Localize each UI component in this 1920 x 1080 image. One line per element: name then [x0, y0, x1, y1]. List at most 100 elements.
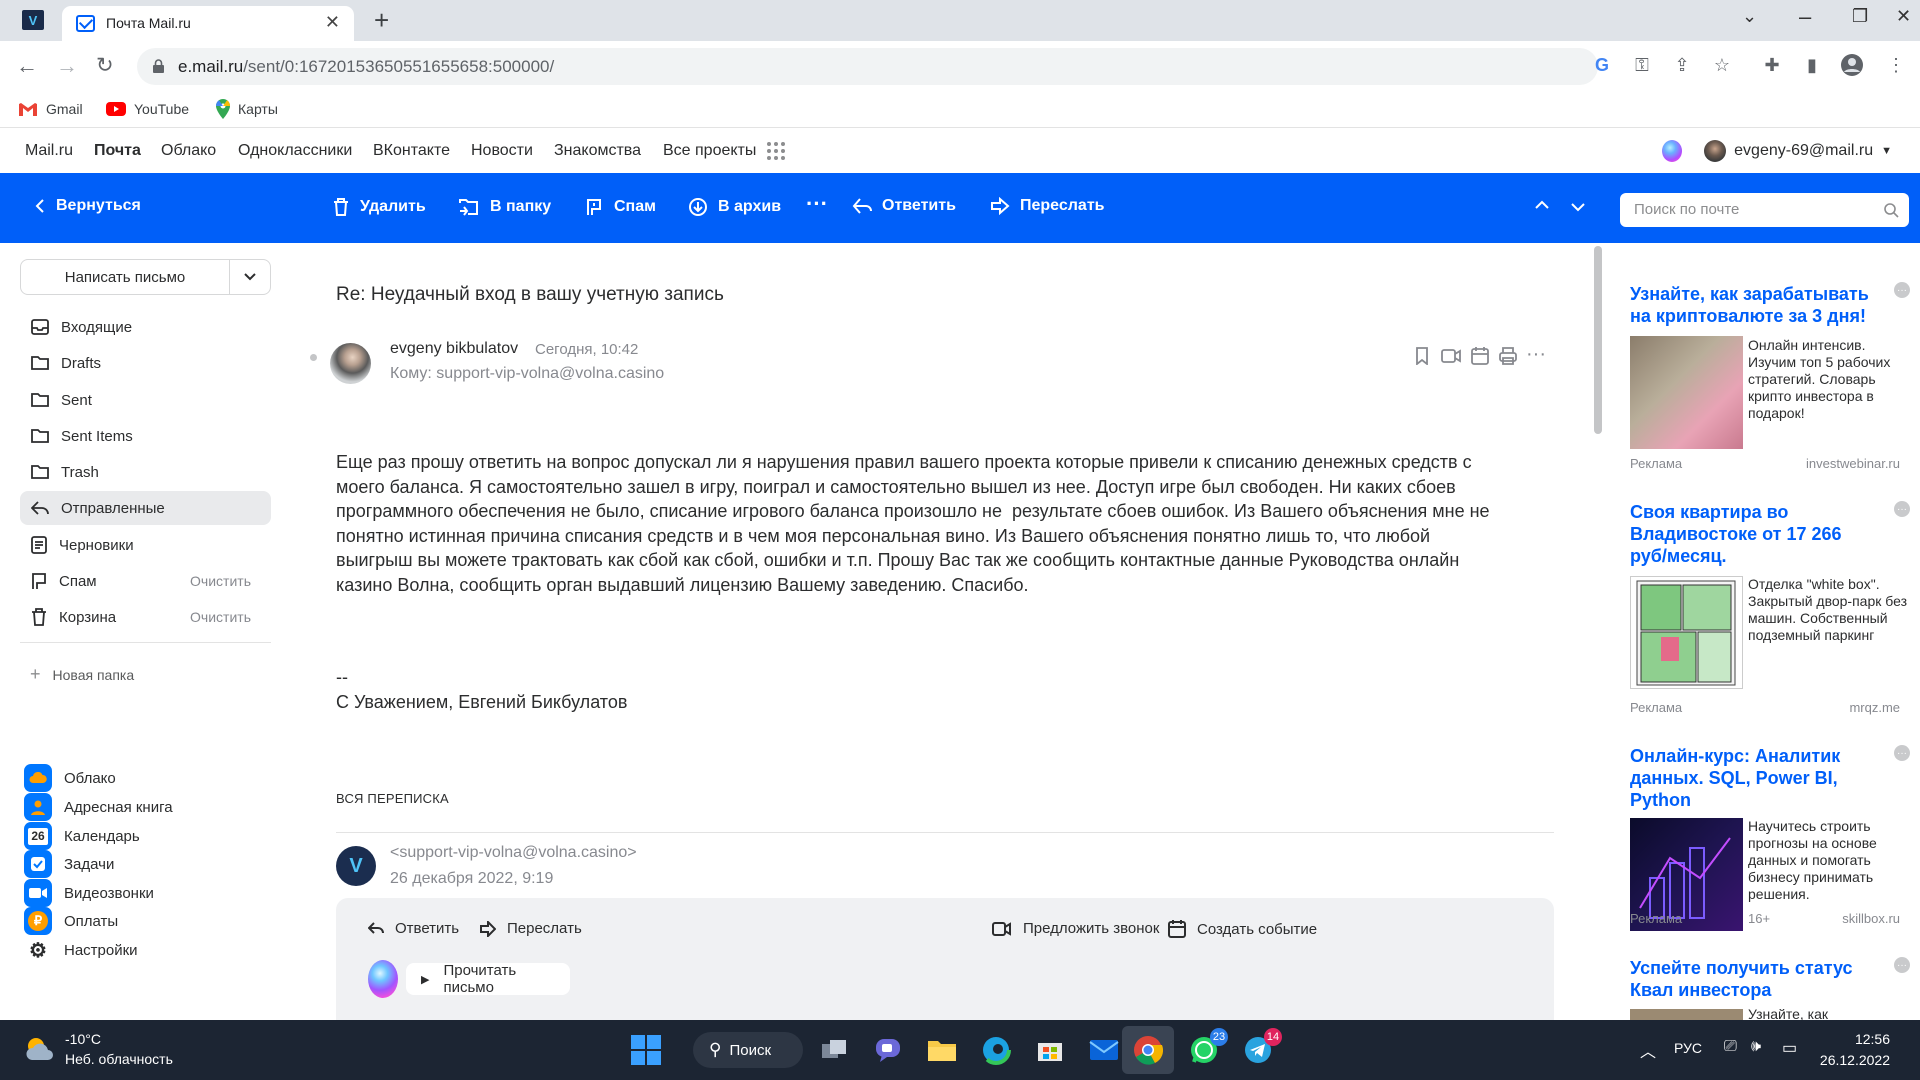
tab-close-icon[interactable]: ✕ — [325, 12, 340, 33]
tray-chevron-up-icon[interactable]: ︿ — [1640, 1038, 1656, 1062]
mail-app-icon[interactable] — [1086, 1032, 1122, 1068]
task-view-icon[interactable] — [816, 1032, 852, 1068]
start-button[interactable] — [628, 1032, 664, 1068]
pinned-app-icon[interactable]: V — [22, 10, 44, 30]
ad-title[interactable]: Успейте получить статус Квал инвестора — [1630, 957, 1880, 1001]
folder-sent[interactable]: Отправленные — [20, 491, 271, 525]
print-button[interactable] — [1498, 347, 1518, 365]
key-icon[interactable]: ⚿ — [1630, 53, 1654, 77]
compose-dropdown-button[interactable] — [230, 260, 270, 294]
folder-drafts-imap[interactable]: Drafts — [20, 346, 271, 380]
quick-reply-button[interactable]: Ответить — [368, 920, 459, 937]
language-indicator[interactable]: РУС — [1674, 1040, 1702, 1056]
move-to-folder-button[interactable]: В папку — [458, 197, 551, 217]
suggest-call-button[interactable]: Предложить звонок — [992, 920, 1159, 937]
bookmark-star-icon[interactable]: ☆ — [1710, 53, 1734, 77]
create-event-button[interactable]: Создать событие — [1168, 920, 1317, 938]
folder-trash[interactable]: Корзина Очистить — [20, 600, 271, 634]
reload-icon[interactable]: ↻ — [96, 53, 114, 78]
chrome-menu-icon[interactable]: ⋮ — [1884, 53, 1908, 77]
marusia-orb-icon[interactable] — [368, 960, 398, 998]
forward-button[interactable]: Переслать — [990, 197, 1105, 215]
read-status-dot[interactable] — [310, 354, 317, 361]
user-menu[interactable]: evgeny-69@mail.ru ▼ — [1662, 140, 1892, 162]
folder-inbox[interactable]: Входящие — [20, 310, 271, 344]
volna-avatar[interactable]: V — [336, 846, 376, 886]
clock-date[interactable]: 26.12.2022 — [1800, 1052, 1890, 1068]
app-payments[interactable]: ₽ Оплаты — [24, 907, 118, 935]
archive-button[interactable]: В архив — [688, 197, 781, 217]
address-bar[interactable]: e.mail.ru/sent/0:16720153650551655658:50… — [137, 48, 1598, 85]
marusia-orb-icon[interactable] — [1662, 140, 1683, 162]
portal-link-all-projects[interactable]: Все проекты — [663, 142, 756, 160]
more-options-icon[interactable]: ··· — [1526, 343, 1546, 366]
folder-sent-imap[interactable]: Sent — [20, 383, 271, 417]
calendar-event-button[interactable] — [1470, 347, 1490, 365]
search-icon[interactable] — [1883, 202, 1899, 218]
new-tab-button[interactable]: + — [374, 5, 389, 36]
ad-image-investor[interactable] — [1630, 1009, 1743, 1020]
portal-link-news[interactable]: Новости — [471, 142, 533, 160]
video-call-button[interactable] — [1440, 347, 1462, 365]
minimize-button[interactable]: – — [1799, 4, 1811, 30]
ad-title[interactable]: Своя квартира во Владивостоке от 17 266 … — [1630, 501, 1880, 567]
delete-button[interactable]: Удалить — [332, 197, 426, 217]
bookmark-message-button[interactable] — [1415, 347, 1429, 365]
portal-link-mailru[interactable]: Mail.ru — [25, 142, 73, 160]
sender-avatar[interactable] — [330, 343, 371, 384]
more-actions-button[interactable]: ··· — [806, 191, 828, 217]
bookmark-maps[interactable]: Карты — [216, 97, 278, 121]
forward-arrow-icon[interactable]: → — [56, 53, 78, 79]
teams-chat-icon[interactable] — [870, 1032, 906, 1068]
spam-button[interactable]: Спам — [584, 197, 656, 217]
clock-time[interactable]: 12:56 — [1820, 1031, 1890, 1047]
portal-link-vk[interactable]: ВКонтакте — [373, 142, 450, 160]
next-message-button[interactable] — [1570, 202, 1586, 212]
bookmark-gmail[interactable]: Gmail — [18, 97, 83, 121]
network-icon[interactable]: ⎚ — [1724, 1038, 1737, 1056]
ad-info-icon[interactable]: ··· — [1894, 282, 1910, 298]
profile-icon[interactable] — [1840, 53, 1864, 77]
prev-message-button[interactable] — [1534, 200, 1550, 210]
apps-grid-icon[interactable] — [767, 142, 785, 160]
extensions-icon[interactable]: ✚ — [1760, 53, 1784, 77]
portal-link-ok[interactable]: Одноклассники — [238, 142, 352, 160]
whatsapp-icon[interactable]: 23 — [1186, 1028, 1228, 1068]
quick-forward-button[interactable]: Переслать — [480, 920, 582, 937]
chrome-taskbar-icon[interactable] — [1122, 1026, 1174, 1074]
new-folder-button[interactable]: + Новая папка — [30, 664, 134, 685]
app-video-calls[interactable]: Видеозвонки — [24, 879, 154, 907]
tab-search-icon[interactable]: ⌄ — [1742, 6, 1757, 27]
app-settings[interactable]: ⚙ Настройки — [24, 936, 138, 964]
weather-cloud-icon[interactable] — [24, 1034, 54, 1064]
browser-tab[interactable]: Почта Mail.ru ✕ — [62, 6, 354, 41]
folder-trash-imap[interactable]: Trash — [20, 455, 271, 489]
reply-button[interactable]: Ответить — [852, 197, 956, 215]
sender-name[interactable]: evgeny bikbulatov — [390, 340, 518, 358]
portal-link-mail[interactable]: Почта — [94, 142, 141, 160]
share-icon[interactable]: ⇪ — [1670, 53, 1694, 77]
ad-info-icon[interactable]: ··· — [1894, 957, 1910, 973]
ad-image-crypto[interactable] — [1630, 336, 1743, 449]
close-window-button[interactable]: ✕ — [1896, 6, 1911, 27]
folder-sent-items[interactable]: Sent Items — [20, 419, 271, 453]
read-aloud-button[interactable]: ▶ Прочитать письмо — [406, 962, 570, 996]
app-address-book[interactable]: Адресная книга — [24, 793, 173, 821]
ad-image-floorplan[interactable] — [1630, 576, 1743, 689]
ad-title[interactable]: Онлайн-курс: Аналитик данных. SQL, Power… — [1630, 745, 1880, 811]
compose-button[interactable]: Написать письмо — [21, 260, 230, 294]
clear-trash-button[interactable]: Очистить — [190, 609, 251, 625]
ad-title[interactable]: Узнайте, как зарабатывать на криптовалют… — [1630, 283, 1880, 327]
folder-drafts[interactable]: Черновики — [20, 528, 271, 562]
volume-icon[interactable]: 🕪 — [1751, 1038, 1761, 1056]
clear-spam-button[interactable]: Очистить — [190, 573, 251, 589]
ad-info-icon[interactable]: ··· — [1894, 745, 1910, 761]
telegram-icon[interactable]: 14 — [1240, 1028, 1282, 1068]
scrollbar[interactable] — [1594, 246, 1602, 434]
file-explorer-icon[interactable] — [924, 1032, 960, 1068]
app-calendar[interactable]: 26 Календарь — [24, 822, 140, 850]
back-button[interactable]: Вернуться — [34, 197, 141, 215]
bookmark-youtube[interactable]: YouTube — [106, 97, 189, 121]
back-arrow-icon[interactable]: ← — [16, 53, 38, 79]
mail-search-input[interactable]: Поиск по почте — [1620, 193, 1909, 227]
